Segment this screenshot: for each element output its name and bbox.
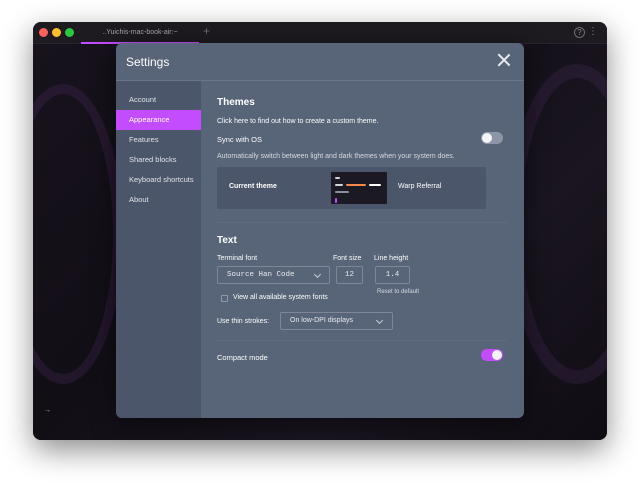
- zoom-window-button[interactable]: [65, 28, 74, 37]
- appearance-panel: Themes Click here to find out how to cre…: [201, 81, 524, 418]
- toggle-knob: [492, 350, 502, 360]
- sync-os-label: Sync with OS: [217, 135, 263, 144]
- view-all-fonts-label: View all available system fonts: [233, 294, 328, 301]
- themes-heading: Themes: [217, 97, 255, 108]
- chevron-down-icon: [375, 316, 384, 325]
- settings-sidebar: Account Appearance Features Shared block…: [116, 81, 201, 418]
- preview-line: [335, 191, 349, 193]
- thin-strokes-label: Use thin strokes:: [217, 318, 270, 325]
- sidebar-item-appearance[interactable]: Appearance: [116, 110, 201, 130]
- current-theme-card[interactable]: Current theme Warp Referral: [217, 167, 486, 209]
- minimize-window-button[interactable]: [52, 28, 61, 37]
- terminal-font-label: Terminal font: [217, 255, 258, 262]
- sidebar-item-about[interactable]: About: [116, 190, 201, 210]
- current-theme-label: Current theme: [229, 183, 277, 190]
- reset-to-default-link[interactable]: Reset to default: [377, 289, 419, 295]
- terminal-tab[interactable]: ..Yuichis-mac-book-air:~: [81, 22, 199, 44]
- thin-strokes-select[interactable]: On low-DPI displays: [280, 312, 393, 330]
- sidebar-item-features[interactable]: Features: [116, 130, 201, 150]
- help-icon[interactable]: ?: [574, 27, 585, 38]
- toggle-knob: [482, 133, 492, 143]
- title-bar: ..Yuichis-mac-book-air:~ + ? ⋮: [33, 22, 607, 44]
- terminal-font-select[interactable]: Source Han Code: [217, 266, 330, 284]
- text-heading: Text: [217, 235, 237, 246]
- close-icon[interactable]: [497, 53, 511, 67]
- sidebar-item-keyboard-shortcuts[interactable]: Keyboard shortcuts: [116, 170, 201, 190]
- close-window-button[interactable]: [39, 28, 48, 37]
- thin-strokes-value: On low-DPI displays: [290, 317, 354, 324]
- custom-theme-link[interactable]: Click here to find out how to create a c…: [217, 118, 378, 125]
- settings-header: Settings: [116, 43, 524, 81]
- settings-modal: Settings Account Appearance Features Sha…: [116, 43, 524, 418]
- preview-line: [346, 184, 366, 186]
- preview-line: [335, 184, 343, 186]
- current-theme-name: Warp Referral: [398, 183, 442, 190]
- terminal-font-value: Source Han Code: [227, 271, 295, 279]
- more-menu-icon[interactable]: ⋮: [588, 26, 598, 38]
- section-divider: [217, 222, 507, 223]
- line-height-label: Line height: [374, 255, 409, 262]
- font-size-label: Font size: [333, 255, 362, 262]
- preview-line: [369, 184, 381, 186]
- sidebar-item-shared-blocks[interactable]: Shared blocks: [116, 150, 201, 170]
- section-divider: [217, 340, 507, 341]
- sidebar-item-account[interactable]: Account: [116, 90, 201, 110]
- compact-mode-label: Compact mode: [217, 353, 268, 362]
- page-title: Settings: [126, 55, 170, 69]
- chevron-down-icon: [313, 270, 322, 279]
- theme-preview-thumbnail: [331, 172, 387, 204]
- font-size-input[interactable]: 12: [336, 266, 363, 284]
- prompt-arrow-icon: →: [44, 407, 51, 414]
- compact-mode-toggle[interactable]: [481, 349, 503, 361]
- line-height-input[interactable]: 1.4: [375, 266, 410, 284]
- preview-line: [335, 177, 340, 179]
- preview-cursor: [335, 198, 337, 203]
- view-all-fonts-checkbox[interactable]: [221, 295, 228, 302]
- sync-description: Automatically switch between light and d…: [217, 153, 455, 160]
- new-tab-button[interactable]: +: [203, 24, 210, 38]
- sync-os-toggle[interactable]: [481, 132, 503, 144]
- background-swirl-left: [33, 84, 123, 384]
